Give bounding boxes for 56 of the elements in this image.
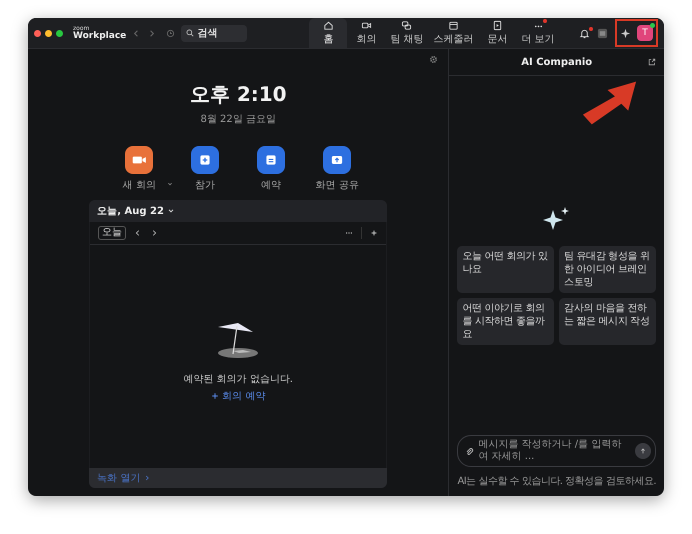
pop-out-icon[interactable] (648, 58, 656, 66)
video-icon (360, 20, 372, 31)
suggestion-chip[interactable]: 오늘 어떤 회의가 있나요 (457, 246, 554, 293)
home-icon (322, 20, 334, 31)
next-icon[interactable] (150, 229, 158, 237)
dropdown-caret-icon[interactable] (166, 180, 174, 188)
suggestion-chip[interactable]: 어떤 이야기로 회의를 시작하면 좋을까요 (457, 298, 554, 345)
nav-tab[interactable]: 홈 (309, 18, 348, 48)
user-avatar[interactable]: T (637, 25, 653, 41)
empty-state-message: 예약된 회의가 없습니다. (183, 373, 293, 386)
paperclip-icon (465, 446, 474, 456)
settings-icon[interactable] (429, 55, 438, 64)
action-button[interactable] (191, 146, 220, 174)
schedule-meeting-link[interactable]: 회의 예약 (211, 389, 266, 403)
nav-tab[interactable]: 스케줄러 (428, 18, 478, 48)
suggestion-chip[interactable]: 감사의 마음을 전하는 짧은 메시지 작성 (559, 298, 656, 345)
search-field[interactable]: 검색 (181, 24, 248, 42)
plus-icon (211, 392, 220, 400)
disclaimer-text: AI는 실수할 수 있습니다. 정확성을 검토하세요. (457, 475, 656, 488)
search-input[interactable]: 검색 (197, 28, 240, 38)
action-label: 참가 (195, 180, 216, 191)
scheduler-icon (448, 20, 459, 31)
action-label: 새 회의 (122, 180, 156, 191)
panel-title: AI Companio (521, 56, 592, 68)
action-label: 예약 (261, 180, 282, 191)
brand-name: Workplace (73, 32, 126, 40)
history-icon[interactable] (166, 28, 176, 38)
message-input-field[interactable]: 메시지를 작성하거나 /를 입력하여 자세히 ... (457, 435, 656, 467)
action-button[interactable] (125, 146, 154, 174)
action-button[interactable] (323, 146, 352, 174)
arrow-up-icon (639, 447, 647, 455)
clock-date: 8월 22일 금요일 (200, 113, 276, 126)
search-icon (186, 29, 194, 37)
message-input[interactable]: 메시지를 작성하거나 /를 입력하여 자세히 ... (478, 439, 631, 463)
clock-time: 오후 2:10 (190, 81, 287, 108)
calendar-date-title[interactable]: 오늘, Aug 22 (97, 204, 164, 218)
minimize-button[interactable] (45, 30, 52, 36)
chevron-right-icon (143, 474, 152, 482)
add-icon[interactable] (370, 229, 378, 237)
nav-tab[interactable]: 더 보기 (516, 18, 560, 48)
doc-icon (492, 20, 503, 31)
action-label: 화면 공유 (316, 180, 359, 191)
panel-icon[interactable] (597, 28, 608, 38)
close-button[interactable] (34, 30, 41, 36)
sparkle-icon[interactable] (620, 28, 631, 38)
suggestion-chip[interactable]: 팀 유대감 형성을 위한 아이디어 브레인스토밍 (559, 246, 656, 293)
nav-tab[interactable]: 문서 (478, 18, 516, 48)
bell-icon[interactable] (579, 28, 590, 38)
dropdown-caret-icon[interactable] (166, 207, 175, 215)
today-button[interactable]: 오늘 (98, 226, 126, 240)
maximize-button[interactable] (56, 30, 63, 36)
send-button[interactable] (635, 443, 651, 459)
chat-icon (401, 20, 412, 31)
nav-tab[interactable]: 팀 채팅 (385, 18, 428, 48)
action-button[interactable] (257, 146, 286, 174)
nav-tab[interactable]: 회의 (347, 18, 386, 48)
